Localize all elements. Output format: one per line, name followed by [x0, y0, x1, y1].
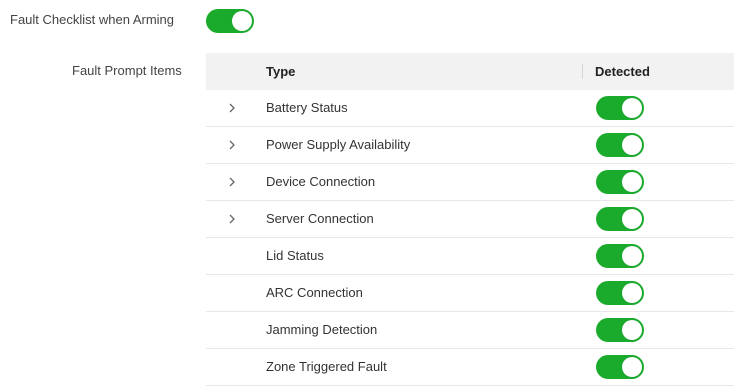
toggle-knob [622, 357, 642, 377]
toggle-knob [622, 320, 642, 340]
chevron-right-icon[interactable] [226, 101, 238, 115]
toggle-knob [622, 283, 642, 303]
row-type-name: Server Connection [266, 211, 374, 226]
table-row: Zone Triggered Fault [206, 349, 734, 386]
column-header-type: Type [266, 64, 296, 79]
row-type-name: Device Connection [266, 174, 376, 189]
chevron-right-icon[interactable] [226, 138, 238, 152]
toggle-knob [622, 135, 642, 155]
detected-toggle[interactable] [596, 207, 644, 231]
fault-prompt-items-label: Fault Prompt Items [72, 63, 182, 78]
toggle-knob [622, 172, 642, 192]
toggle-knob [622, 246, 642, 266]
detected-toggle[interactable] [596, 244, 644, 268]
chevron-right-icon[interactable] [226, 212, 238, 226]
table-header: Type Detected [206, 53, 734, 90]
detected-toggle[interactable] [596, 281, 644, 305]
detected-toggle[interactable] [596, 133, 644, 157]
table-row: ARC Connection [206, 275, 734, 312]
fault-checklist-label: Fault Checklist when Arming [10, 12, 175, 27]
fault-prompt-table: Type Detected Battery Status Power Suppl… [206, 53, 734, 386]
detected-toggle[interactable] [596, 96, 644, 120]
detected-toggle[interactable] [596, 170, 644, 194]
toggle-knob [622, 209, 642, 229]
detected-toggle[interactable] [596, 318, 644, 342]
fault-checklist-toggle[interactable] [206, 9, 254, 33]
detected-toggle[interactable] [596, 355, 644, 379]
toggle-knob [232, 11, 252, 31]
column-divider [582, 64, 583, 79]
chevron-right-icon[interactable] [226, 175, 238, 189]
table-row: Device Connection [206, 164, 734, 201]
table-row: Server Connection [206, 201, 734, 238]
row-type-name: Lid Status [266, 248, 324, 263]
table-row: Jamming Detection [206, 312, 734, 349]
table-row: Lid Status [206, 238, 734, 275]
row-type-name: Power Supply Availability [266, 137, 411, 152]
row-type-name: Jamming Detection [266, 322, 378, 337]
table-row: Battery Status [206, 90, 734, 127]
row-type-name: ARC Connection [266, 285, 363, 300]
toggle-knob [622, 98, 642, 118]
row-type-name: Zone Triggered Fault [266, 359, 387, 374]
table-row: Power Supply Availability [206, 127, 734, 164]
row-type-name: Battery Status [266, 100, 348, 115]
column-header-detected: Detected [595, 64, 650, 79]
